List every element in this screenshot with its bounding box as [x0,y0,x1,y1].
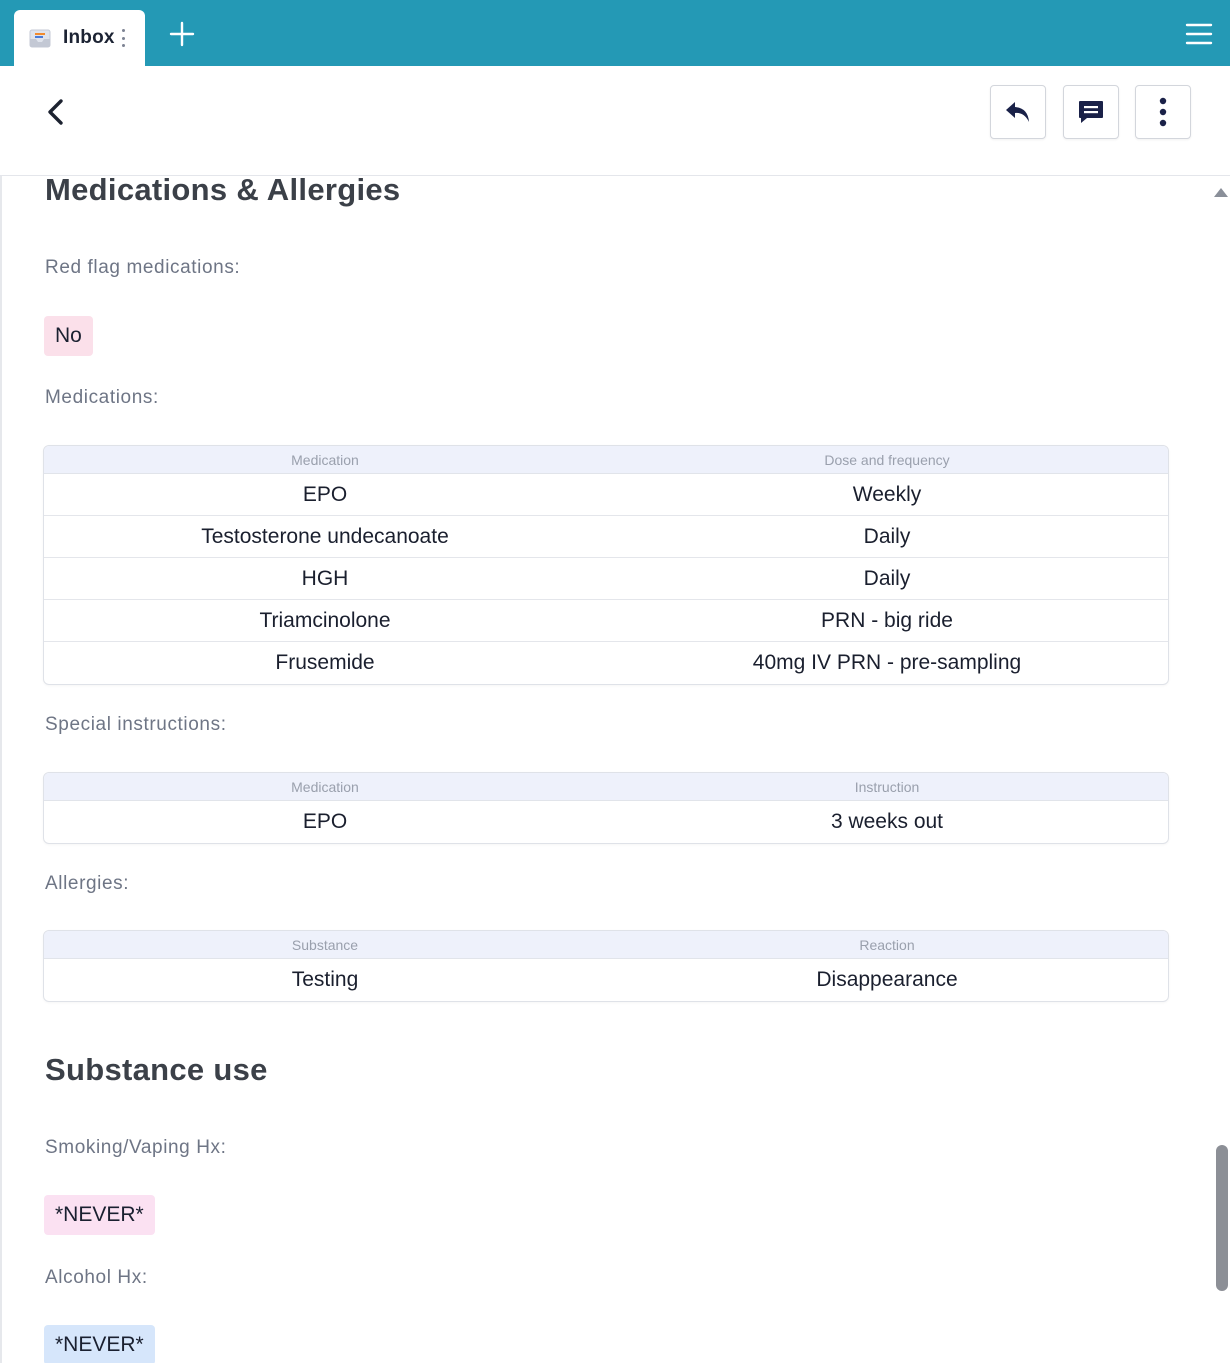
alcohol-value: *NEVER* [44,1325,155,1363]
special-instructions-label: Special instructions: [45,714,227,735]
medication-cell: EPO [44,474,606,516]
medication-cell: HGH [44,558,606,600]
kebab-menu-icon [1159,97,1167,127]
table-header-row: Medication Dose and frequency [44,446,1168,474]
table-row: Triamcinolone PRN - big ride [44,600,1168,642]
reply-icon [1006,102,1029,122]
tab-label: Inbox [63,27,115,48]
section-heading-substance-use: Substance use [45,1052,268,1087]
substance-cell: Testing [291,968,359,991]
tab-bar: Inbox [0,0,1230,66]
new-tab-button[interactable] [168,20,196,48]
dose-cell: Daily [606,558,1168,600]
red-flag-medications-label: Red flag medications: [45,257,241,278]
smoking-vaping-label: Smoking/Vaping Hx: [45,1137,227,1158]
inbox-app-icon [28,27,54,49]
medications-table: Medication Dose and frequency EPO Weekly… [43,445,1169,685]
chevron-left-icon [48,99,63,125]
reply-button[interactable] [990,85,1046,139]
table-row: Testosterone undecanoate Daily [44,516,1168,558]
column-header-reaction: Reaction [606,931,1168,959]
medication-cell: Testosterone undecanoate [44,516,606,558]
medication-cell: Triamcinolone [44,600,606,642]
plus-icon [169,21,195,47]
red-flag-medications-value: No [44,316,93,356]
comment-icon [1079,101,1103,123]
column-header-medication: Medication [44,773,606,801]
column-header-dose-frequency: Dose and frequency [606,446,1168,474]
allergies-label: Allergies: [45,873,130,894]
table-row: HGH Daily [44,558,1168,600]
medication-cell: Frusemide [275,651,375,674]
hamburger-icon [1185,23,1213,45]
table-row: Testing Disappearance [44,959,1168,1001]
tab-inbox[interactable]: Inbox [14,10,145,66]
allergies-table: Substance Reaction Testing Disappearance [43,930,1169,1002]
smoking-vaping-value: *NEVER* [44,1195,155,1235]
message-content: Medications & Allergies Red flag medicat… [0,176,1210,1363]
dose-cell: 40mg IV PRN - pre-sampling [752,651,1022,674]
table-row: EPO 3 weeks out [44,801,1168,843]
tab-options-icon[interactable] [121,29,127,47]
column-header-instruction: Instruction [606,773,1168,801]
comment-button[interactable] [1063,85,1119,139]
instruction-cell: 3 weeks out [830,810,944,833]
back-button[interactable] [40,96,72,128]
dose-cell: Weekly [606,474,1168,516]
table-row: EPO Weekly [44,474,1168,516]
message-toolbar [0,66,1230,176]
medication-cell: EPO [302,810,348,833]
hamburger-menu-button[interactable] [1184,21,1214,47]
table-header-row: Medication Instruction [44,773,1168,801]
scrollbar-thumb[interactable] [1216,1145,1228,1291]
column-header-substance: Substance [44,931,606,959]
special-instructions-table: Medication Instruction EPO 3 weeks out [43,772,1169,844]
more-options-button[interactable] [1135,85,1191,139]
dose-cell: PRN - big ride [606,600,1168,642]
table-row: Frusemide 40mg IV PRN - pre-sampling [44,642,1168,684]
table-header-row: Substance Reaction [44,931,1168,959]
column-header-medication: Medication [44,446,606,474]
scroll-up-arrow[interactable] [1214,188,1228,197]
medications-label: Medications: [45,387,159,408]
dose-cell: Daily [606,516,1168,558]
alcohol-label: Alcohol Hx: [45,1267,148,1288]
section-heading-medications-allergies: Medications & Allergies [45,176,401,207]
reaction-cell: Disappearance [816,968,958,991]
